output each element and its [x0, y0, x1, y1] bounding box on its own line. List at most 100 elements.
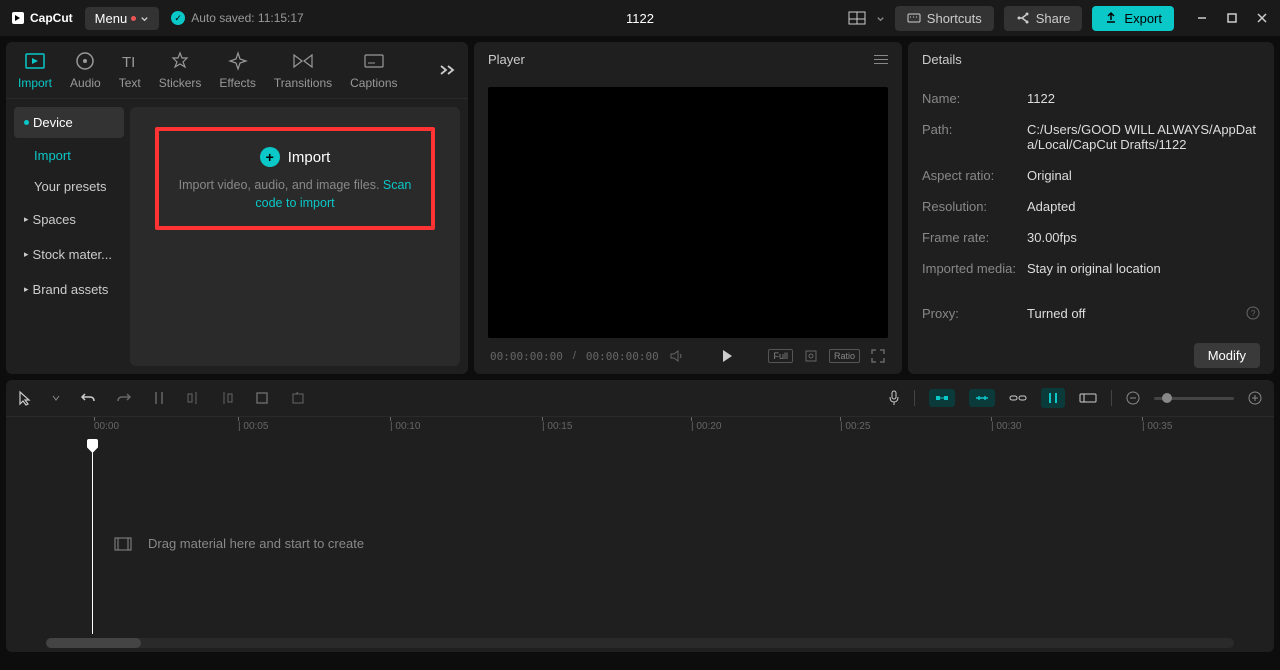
undo-button[interactable] [80, 391, 96, 405]
split-tool[interactable] [152, 390, 166, 406]
time-total: 00:00:00:00 [586, 350, 659, 363]
info-icon[interactable]: ? [1246, 306, 1260, 320]
layout-icon[interactable] [848, 11, 866, 25]
zoom-slider[interactable] [1154, 397, 1234, 400]
divider [914, 390, 915, 406]
tab-captions[interactable]: Captions [350, 50, 397, 90]
app-name: CapCut [30, 11, 73, 25]
timeline-tracks[interactable]: Drag material here and start to create [6, 441, 1274, 634]
track-placeholder: Drag material here and start to create [114, 536, 364, 551]
tab-effects[interactable]: Effects [219, 50, 255, 90]
detail-value: Original [1027, 168, 1260, 183]
cursor-tool[interactable] [18, 390, 32, 406]
more-tabs-button[interactable] [438, 63, 456, 77]
shortcuts-button[interactable]: Shortcuts [895, 6, 994, 31]
media-body: Device Import Your presets ▸Spaces ▸Stoc… [6, 99, 468, 374]
ruler-mark: | 00:25 [840, 421, 870, 432]
preview-tool[interactable] [1041, 388, 1065, 408]
modify-button[interactable]: Modify [1194, 343, 1260, 368]
time-separator: / [573, 350, 576, 362]
cursor-dropdown[interactable] [52, 394, 60, 402]
autosave-status: ✓ Auto saved: 11:15:17 [171, 11, 304, 25]
share-icon [1016, 11, 1030, 25]
split-left-tool[interactable] [186, 390, 200, 406]
scrollbar-thumb[interactable] [46, 638, 141, 648]
sidebar-item-spaces[interactable]: ▸Spaces [14, 204, 124, 235]
svg-text:TI: TI [122, 54, 135, 70]
menu-button[interactable]: Menu [85, 7, 160, 30]
export-label: Export [1124, 11, 1162, 26]
video-preview[interactable] [488, 87, 888, 338]
sidebar-item-stock[interactable]: ▸Stock mater... [14, 239, 124, 270]
export-button[interactable]: Export [1092, 6, 1174, 31]
sidebar-item-brand[interactable]: ▸Brand assets [14, 274, 124, 305]
placeholder-text: Drag material here and start to create [148, 536, 364, 551]
import-box-highlighted[interactable]: + Import Import video, audio, and image … [155, 127, 435, 230]
fullscreen-icon[interactable] [870, 348, 886, 364]
player-menu-icon[interactable] [874, 55, 888, 64]
crop-tool[interactable] [254, 390, 270, 406]
chevron-down-icon [140, 14, 149, 23]
export-icon [1104, 11, 1118, 25]
bullet-icon [24, 120, 29, 125]
full-button[interactable]: Full [768, 349, 793, 363]
player-controls: 00:00:00:00 / 00:00:00:00 Full Ratio [488, 338, 888, 364]
import-drop-area[interactable]: + Import Import video, audio, and image … [130, 107, 460, 366]
sidebar-sub-import[interactable]: Import [14, 142, 124, 169]
titlebar-right: Shortcuts Share Export [848, 6, 1270, 31]
detail-value: 30.00fps [1027, 230, 1260, 245]
play-button[interactable] [721, 349, 733, 363]
detail-row-path: Path:C:/Users/GOOD WILL ALWAYS/AppData/L… [922, 114, 1260, 160]
plus-icon: + [260, 147, 280, 167]
timeline-ruler[interactable]: 00:00 | 00:05 | 00:10 | 00:15 | 00:20 | … [6, 417, 1274, 441]
main-area: Import Audio TI Text Stickers Effects Tr… [0, 36, 1280, 380]
redo-button[interactable] [116, 391, 132, 405]
zoom-thumb[interactable] [1162, 393, 1172, 403]
details-panel: Details Name:1122 Path:C:/Users/GOOD WIL… [908, 42, 1274, 374]
player-title: Player [488, 52, 525, 67]
maximize-button[interactable] [1224, 10, 1240, 26]
share-button[interactable]: Share [1004, 6, 1083, 31]
timeline-panel: 00:00 | 00:05 | 00:10 | 00:15 | 00:20 | … [6, 380, 1274, 652]
zoom-in-button[interactable] [1248, 391, 1262, 405]
minimize-button[interactable] [1194, 10, 1210, 26]
ratio-button[interactable]: Ratio [829, 349, 860, 363]
sidebar-sub-presets[interactable]: Your presets [14, 173, 124, 200]
detail-row-name: Name:1122 [922, 83, 1260, 114]
sidebar-label: Spaces [33, 212, 76, 227]
tab-text[interactable]: TI Text [119, 50, 141, 90]
effects-icon [227, 50, 249, 72]
mic-tool[interactable] [888, 390, 900, 406]
playhead[interactable] [92, 441, 93, 634]
sidebar-item-device[interactable]: Device [14, 107, 124, 138]
detail-row-proxy: Proxy:Turned off? [922, 298, 1260, 329]
chain-tool[interactable] [1009, 393, 1027, 403]
zoom-out-button[interactable] [1126, 391, 1140, 405]
shortcuts-label: Shortcuts [927, 11, 982, 26]
details-header: Details [908, 42, 1274, 77]
timeline-scrollbar[interactable] [46, 638, 1234, 648]
volume-icon[interactable] [669, 349, 685, 363]
chevron-down-icon[interactable] [876, 14, 885, 23]
delete-tool[interactable] [290, 391, 306, 405]
titlebar: CapCut Menu ✓ Auto saved: 11:15:17 1122 … [0, 0, 1280, 36]
film-icon [114, 537, 132, 551]
split-right-tool[interactable] [220, 390, 234, 406]
app-logo: CapCut [10, 10, 73, 26]
player-header: Player [474, 42, 902, 77]
tab-audio[interactable]: Audio [70, 50, 101, 90]
magnet-tool[interactable] [929, 389, 955, 407]
track-tool[interactable] [1079, 392, 1097, 404]
link-tool[interactable] [969, 389, 995, 407]
detail-row-resolution: Resolution:Adapted [922, 191, 1260, 222]
tab-transitions[interactable]: Transitions [274, 50, 332, 90]
tab-import[interactable]: Import [18, 50, 52, 90]
tab-stickers[interactable]: Stickers [159, 50, 202, 90]
detail-label: Aspect ratio: [922, 168, 1027, 183]
chevron-right-icon: ▸ [24, 249, 29, 260]
crop-icon[interactable] [803, 348, 819, 364]
close-button[interactable] [1254, 10, 1270, 26]
tab-label: Audio [70, 76, 101, 90]
chevron-right-double-icon [438, 63, 456, 77]
detail-row-aspect: Aspect ratio:Original [922, 160, 1260, 191]
